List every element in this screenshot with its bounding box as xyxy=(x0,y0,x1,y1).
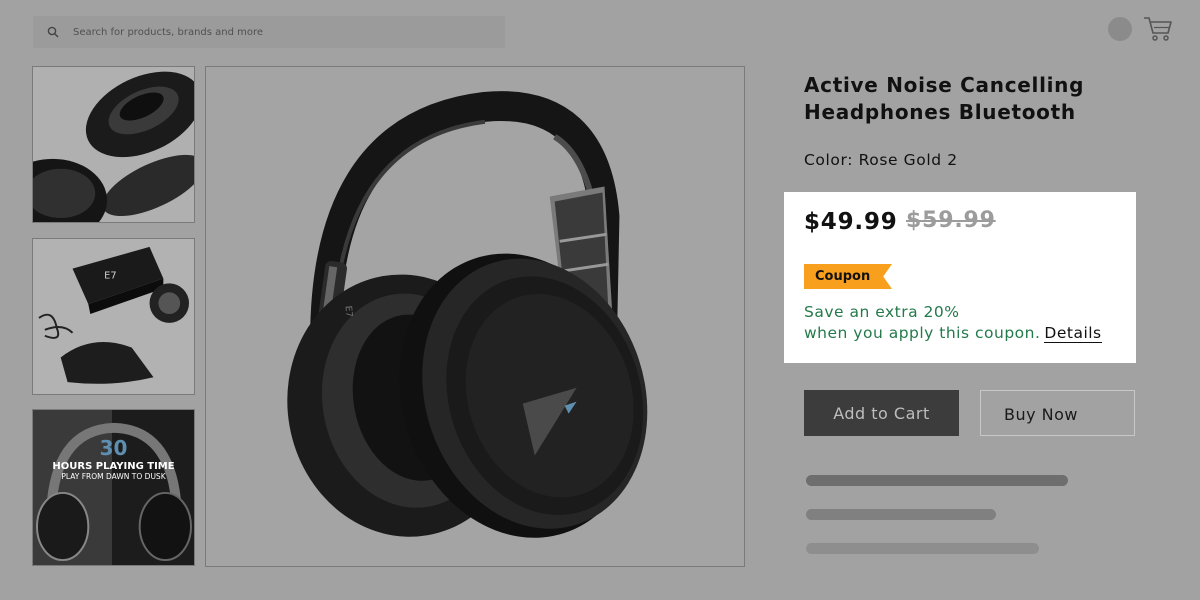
skeleton-line xyxy=(806,475,1068,486)
product-main-image[interactable]: E7 xyxy=(205,66,745,567)
add-to-cart-button[interactable]: Add to Cart xyxy=(804,390,959,436)
search-icon xyxy=(33,16,73,48)
thumbnail-battery-feature[interactable]: 30 HOURS PLAYING TIME PLAY FROM DAWN TO … xyxy=(32,409,195,566)
search-input[interactable] xyxy=(73,16,493,48)
current-price: $49.99 xyxy=(804,209,898,235)
price-panel: $49.99 $59.99 Coupon Save an extra 20% w… xyxy=(784,192,1136,363)
original-price: $59.99 xyxy=(906,208,996,233)
coupon-apply-line: when you apply this coupon. Details xyxy=(804,323,1102,344)
user-avatar[interactable] xyxy=(1108,17,1132,41)
thumbnail-package-contents[interactable]: E7 xyxy=(32,238,195,395)
battery-overlay-text: 30 HOURS PLAYING TIME PLAY FROM DAWN TO … xyxy=(33,438,194,481)
color-selector: Color: Rose Gold 2 xyxy=(804,151,958,169)
buy-now-button[interactable]: Buy Now xyxy=(980,390,1135,436)
coupon-details-link[interactable]: Details xyxy=(1044,324,1102,343)
coupon-apply-text: when you apply this coupon. xyxy=(804,324,1041,342)
coupon-badge: Coupon xyxy=(804,264,892,289)
skeleton-line xyxy=(806,509,996,520)
product-title-line2: Headphones Bluetooth xyxy=(804,100,1076,124)
color-label: Color: xyxy=(804,151,854,169)
thumbnail-ear-cushions[interactable] xyxy=(32,66,195,223)
product-title: Active Noise Cancelling Headphones Bluet… xyxy=(804,72,1104,126)
color-value: Rose Gold 2 xyxy=(858,151,958,169)
battery-hours-number: 30 xyxy=(99,436,128,460)
skeleton-line xyxy=(806,543,1039,554)
product-title-line1: Active Noise Cancelling xyxy=(804,73,1085,97)
box-label: E7 xyxy=(104,270,117,281)
battery-subline: PLAY FROM DAWN TO DUSK xyxy=(61,472,166,481)
search-bar[interactable] xyxy=(33,16,505,48)
battery-headline: HOURS PLAYING TIME xyxy=(52,461,175,472)
cart-icon[interactable] xyxy=(1143,15,1173,43)
earcup-model-label: E7 xyxy=(343,305,354,317)
coupon-save-line: Save an extra 20% xyxy=(804,303,960,321)
coupon-description: Save an extra 20% when you apply this co… xyxy=(804,302,1102,344)
